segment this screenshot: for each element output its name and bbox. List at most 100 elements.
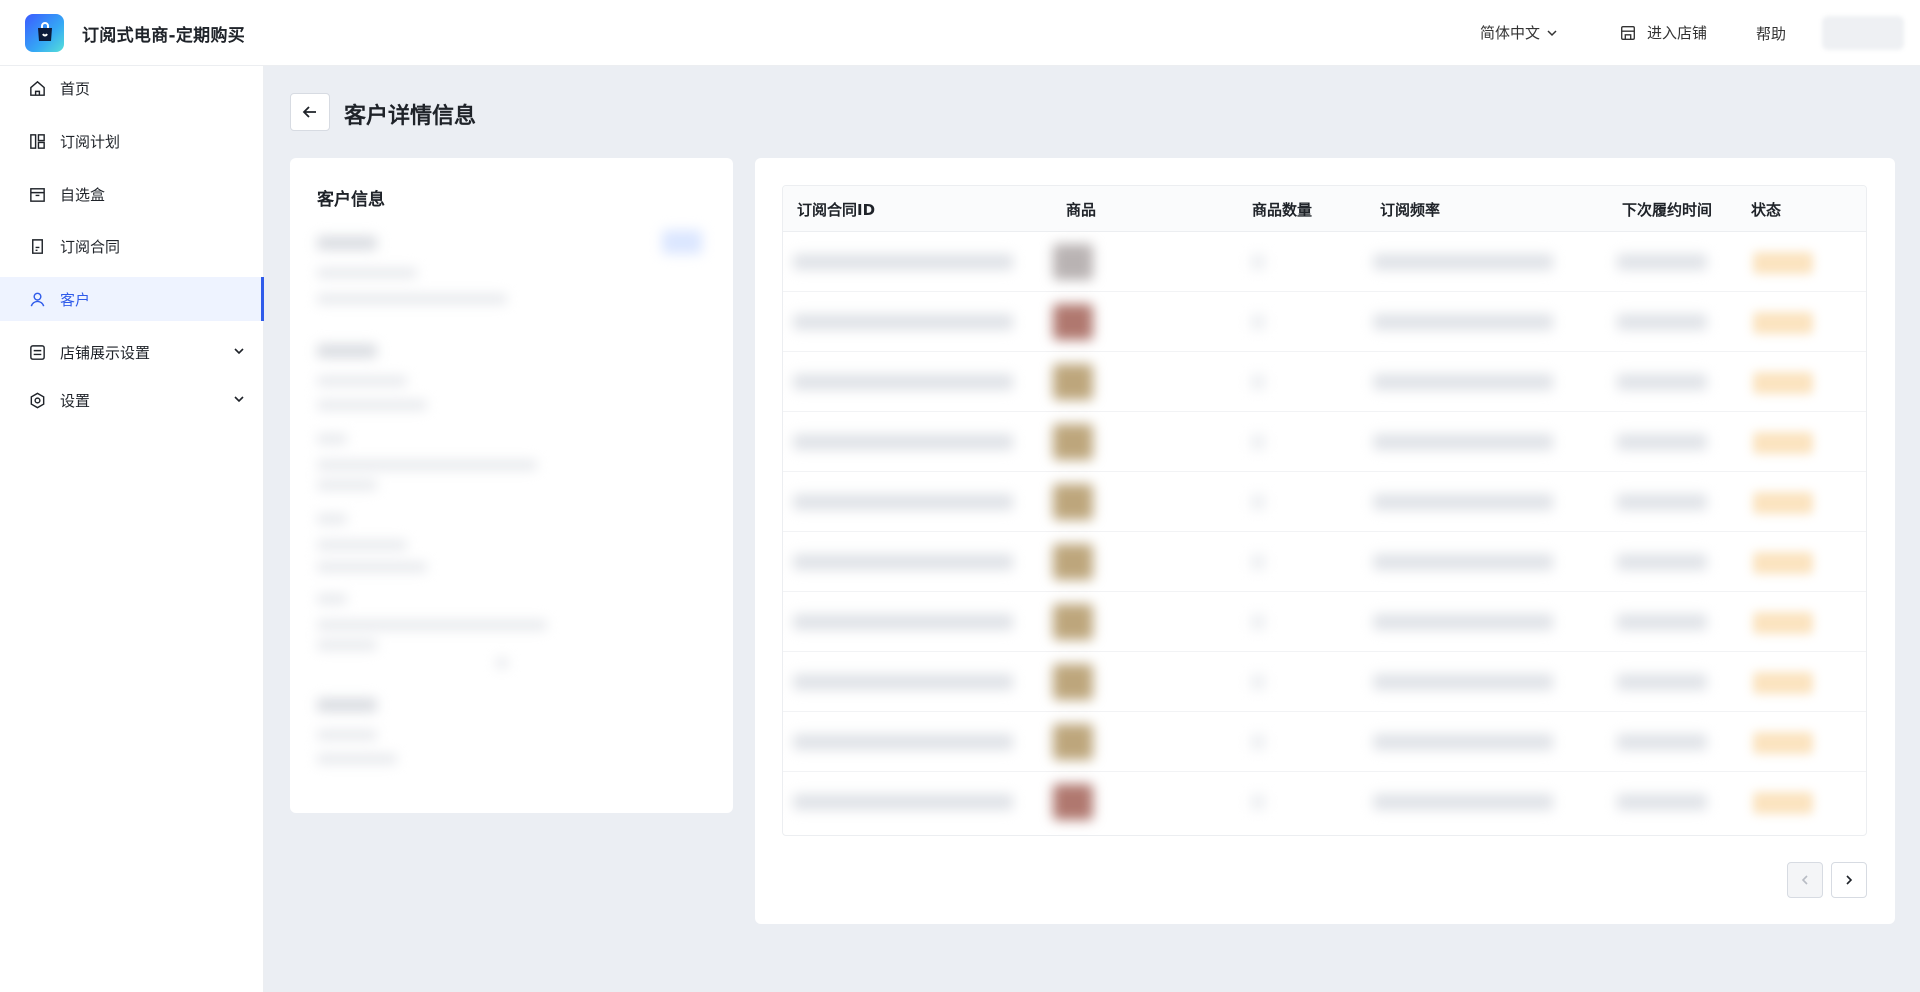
table-row[interactable] bbox=[783, 412, 1866, 472]
frequency-redacted bbox=[1373, 494, 1553, 510]
arrow-left-icon bbox=[302, 106, 316, 118]
table-row[interactable] bbox=[783, 712, 1866, 772]
status-badge bbox=[1753, 492, 1813, 514]
contract-id-redacted bbox=[793, 674, 1013, 690]
quantity-redacted bbox=[1251, 374, 1265, 390]
frequency-redacted bbox=[1373, 794, 1553, 810]
table-row[interactable] bbox=[783, 532, 1866, 592]
column-header-product: 商品 bbox=[1066, 201, 1097, 219]
language-selector[interactable]: 简体中文 bbox=[1480, 22, 1558, 43]
user-account-menu[interactable] bbox=[1822, 16, 1904, 50]
next-fulfillment-redacted bbox=[1617, 494, 1707, 510]
contract-id-redacted bbox=[793, 494, 1013, 510]
sidebar-item-label: 设置 bbox=[60, 391, 91, 410]
sidebar-item-customers[interactable]: 客户 bbox=[0, 277, 264, 321]
sidebar-item-settings[interactable]: 设置 bbox=[0, 378, 264, 422]
status-badge bbox=[1753, 732, 1813, 754]
next-fulfillment-redacted bbox=[1617, 794, 1707, 810]
display-icon bbox=[27, 342, 47, 362]
status-badge bbox=[1753, 672, 1813, 694]
quantity-redacted bbox=[1251, 314, 1265, 330]
frequency-redacted bbox=[1373, 614, 1553, 630]
table-row[interactable] bbox=[783, 352, 1866, 412]
next-fulfillment-redacted bbox=[1617, 614, 1707, 630]
chevron-right-icon bbox=[1846, 875, 1853, 885]
app-logo[interactable] bbox=[25, 14, 64, 52]
frequency-redacted bbox=[1373, 674, 1553, 690]
product-thumbnail bbox=[1053, 244, 1093, 280]
customer-info-card: 客户信息 bbox=[290, 158, 733, 813]
sidebar-item-label: 客户 bbox=[60, 290, 91, 309]
chevron-down-icon[interactable] bbox=[232, 392, 246, 406]
product-thumbnail bbox=[1053, 664, 1093, 700]
chevron-down-icon[interactable] bbox=[232, 344, 246, 358]
contract-id-redacted bbox=[793, 794, 1013, 810]
table-row[interactable] bbox=[783, 292, 1866, 352]
frequency-redacted bbox=[1373, 734, 1553, 750]
product-thumbnail bbox=[1053, 304, 1093, 340]
table-row[interactable] bbox=[783, 652, 1866, 712]
quantity-redacted bbox=[1251, 794, 1265, 810]
help-link[interactable]: 帮助 bbox=[1756, 23, 1786, 44]
sidebar-item-custom-box[interactable]: 自选盒 bbox=[0, 172, 264, 216]
app-title: 订阅式电商-定期购买 bbox=[82, 26, 246, 46]
next-fulfillment-redacted bbox=[1617, 374, 1707, 390]
subscription-table-card: 订阅合同ID 商品 商品数量 订阅频率 下次履约时间 状态 bbox=[755, 158, 1895, 924]
quantity-redacted bbox=[1251, 674, 1265, 690]
contract-id-redacted bbox=[793, 614, 1013, 630]
product-thumbnail bbox=[1053, 784, 1093, 820]
next-fulfillment-redacted bbox=[1617, 554, 1707, 570]
table-row[interactable] bbox=[783, 232, 1866, 292]
customer-info-title: 客户信息 bbox=[317, 190, 385, 210]
sidebar-item-home[interactable]: 首页 bbox=[0, 66, 264, 110]
enter-store-link[interactable]: 进入店铺 bbox=[1619, 22, 1707, 43]
sidebar-item-store-display[interactable]: 店铺展示设置 bbox=[0, 330, 264, 374]
home-icon bbox=[27, 78, 47, 98]
contract-icon bbox=[27, 236, 47, 256]
sidebar-item-label: 订阅合同 bbox=[60, 237, 121, 256]
frequency-redacted bbox=[1373, 314, 1553, 330]
language-label: 简体中文 bbox=[1480, 24, 1541, 42]
subscription-table: 订阅合同ID 商品 商品数量 订阅频率 下次履约时间 状态 bbox=[782, 185, 1867, 836]
sidebar: 首页 订阅计划 自选盒 订阅合同 客户 店铺展示设置 设置 bbox=[0, 66, 264, 992]
column-header-frequency: 订阅频率 bbox=[1380, 201, 1441, 219]
next-fulfillment-redacted bbox=[1617, 434, 1707, 450]
pagination-next-button[interactable] bbox=[1831, 862, 1867, 898]
shopping-bag-icon bbox=[37, 22, 52, 41]
contract-id-redacted bbox=[793, 314, 1013, 330]
sidebar-item-label: 首页 bbox=[60, 79, 91, 98]
contract-id-redacted bbox=[793, 734, 1013, 750]
next-fulfillment-redacted bbox=[1617, 734, 1707, 750]
next-fulfillment-redacted bbox=[1617, 314, 1707, 330]
table-row[interactable] bbox=[783, 592, 1866, 652]
sidebar-item-subscription-plans[interactable]: 订阅计划 bbox=[0, 119, 264, 163]
column-header-contract-id: 订阅合同ID bbox=[797, 201, 876, 219]
frequency-redacted bbox=[1373, 374, 1553, 390]
status-badge bbox=[1753, 312, 1813, 334]
chevron-left-icon bbox=[1801, 875, 1808, 885]
pagination-prev-button[interactable] bbox=[1787, 862, 1823, 898]
quantity-redacted bbox=[1251, 614, 1265, 630]
next-fulfillment-redacted bbox=[1617, 254, 1707, 270]
table-row[interactable] bbox=[783, 772, 1866, 832]
quantity-redacted bbox=[1251, 554, 1265, 570]
table-body bbox=[783, 232, 1866, 832]
status-badge bbox=[1753, 252, 1813, 274]
quantity-redacted bbox=[1251, 494, 1265, 510]
sidebar-item-contracts[interactable]: 订阅合同 bbox=[0, 224, 264, 268]
quantity-redacted bbox=[1251, 734, 1265, 750]
back-button[interactable] bbox=[290, 93, 330, 131]
next-fulfillment-redacted bbox=[1617, 674, 1707, 690]
box-icon bbox=[27, 184, 47, 204]
product-thumbnail bbox=[1053, 544, 1093, 580]
store-icon bbox=[1621, 25, 1635, 40]
contract-id-redacted bbox=[793, 254, 1013, 270]
product-thumbnail bbox=[1053, 724, 1093, 760]
sidebar-item-label: 订阅计划 bbox=[60, 132, 121, 151]
top-header: 订阅式电商-定期购买 简体中文 进入店铺 帮助 bbox=[0, 0, 1920, 66]
product-thumbnail bbox=[1053, 424, 1093, 460]
table-row[interactable] bbox=[783, 472, 1866, 532]
chevron-down-icon bbox=[1547, 29, 1557, 36]
status-badge bbox=[1753, 432, 1813, 454]
layout-icon bbox=[27, 131, 47, 151]
